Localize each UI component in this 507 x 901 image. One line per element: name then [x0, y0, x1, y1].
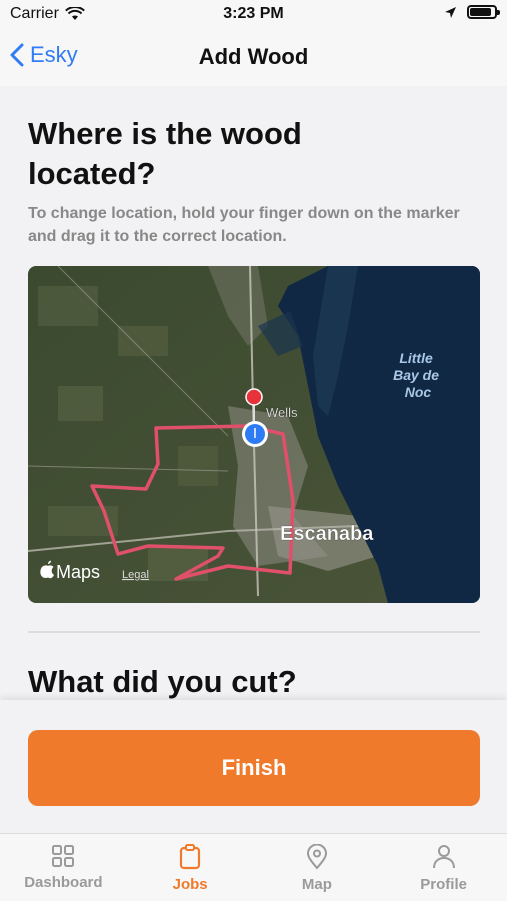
- legal-link[interactable]: Legal: [122, 569, 149, 581]
- tab-profile[interactable]: Profile: [380, 834, 507, 901]
- cut-heading: What did you cut?: [28, 664, 297, 699]
- map-pin-icon: [306, 844, 327, 870]
- tab-label: Jobs: [172, 876, 208, 893]
- tab-jobs[interactable]: Jobs: [127, 834, 254, 901]
- user-location-icon: [242, 421, 268, 447]
- maps-brand: Maps: [56, 562, 100, 582]
- location-heading: Where is the wood located?: [28, 116, 302, 191]
- person-icon: [432, 845, 455, 869]
- status-time: 3:23 PM: [223, 5, 284, 22]
- tab-label: Map: [301, 876, 332, 893]
- tab-label: Profile: [420, 876, 467, 893]
- clipboard-icon: [180, 844, 201, 870]
- tab-bar: Dashboard Jobs Map Profile: [0, 833, 507, 901]
- battery-icon: [467, 5, 500, 19]
- tab-map[interactable]: Map: [254, 834, 381, 901]
- status-bar: Carrier 3:23 PM: [0, 0, 507, 30]
- action-bar: Finish: [0, 700, 507, 833]
- location-arrow-icon: [445, 6, 456, 18]
- map-label-escanaba: Escanaba: [280, 523, 374, 545]
- navigation-bar: Esky Add Wood: [0, 30, 507, 86]
- map-label-wells: Wells: [266, 405, 298, 420]
- form-content[interactable]: Where is the wood located? To change loc…: [0, 86, 507, 700]
- section-divider: [28, 631, 480, 633]
- tab-dashboard[interactable]: Dashboard: [0, 834, 127, 901]
- location-map[interactable]: Little Bay de Noc Wells Escanaba Maps Le…: [28, 266, 480, 603]
- finish-button[interactable]: Finish: [28, 730, 480, 806]
- tab-label: Dashboard: [24, 874, 103, 891]
- page-title: Add Wood: [198, 44, 309, 69]
- grid-icon: [52, 845, 75, 867]
- location-hint: To change location, hold your finger dow…: [28, 205, 460, 245]
- map-canvas[interactable]: Little Bay de Noc Wells Escanaba Maps Le…: [28, 266, 480, 603]
